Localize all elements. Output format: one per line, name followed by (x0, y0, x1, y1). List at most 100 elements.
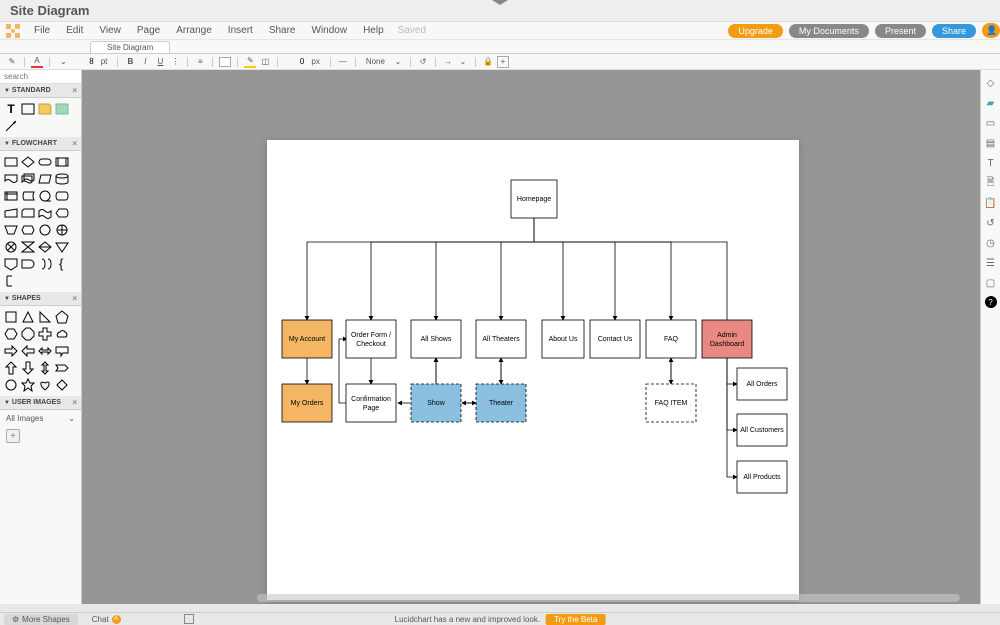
menu-insert[interactable]: Insert (220, 23, 261, 38)
clock-icon[interactable]: ◷ (984, 236, 998, 250)
fc-decision[interactable] (21, 155, 35, 169)
menu-page[interactable]: Page (129, 23, 168, 38)
note-shape[interactable] (38, 102, 52, 116)
page-icon[interactable]: 🗎 (984, 176, 998, 190)
more-shapes-button[interactable]: ⚙ More Shapes (4, 614, 78, 625)
nav-diamond-icon[interactable]: ◇ (984, 76, 998, 90)
swatch-icon[interactable]: ▭ (984, 116, 998, 130)
fc-lbrace[interactable]: { (55, 257, 69, 271)
callout[interactable] (55, 344, 69, 358)
fc-collate[interactable] (21, 240, 35, 254)
bold-button[interactable]: B (124, 56, 136, 68)
close-icon[interactable]: × (72, 294, 77, 303)
menu-help[interactable]: Help (355, 23, 392, 38)
star[interactable] (21, 378, 35, 392)
fc-connector[interactable] (38, 223, 52, 237)
close-icon[interactable]: × (72, 86, 77, 95)
section-user-images[interactable]: ▼ USER IMAGES× (0, 396, 81, 410)
node-show[interactable]: Show (411, 384, 461, 422)
fc-papertape[interactable] (38, 206, 52, 220)
menu-file[interactable]: File (26, 23, 58, 38)
menu-edit[interactable]: Edit (58, 23, 91, 38)
cross[interactable] (38, 327, 52, 341)
pent[interactable] (55, 310, 69, 324)
close-icon[interactable]: × (72, 398, 77, 407)
fc-multidoc[interactable] (21, 172, 35, 186)
fc-stored[interactable] (21, 189, 35, 203)
rect-shape[interactable] (21, 102, 35, 116)
node-homepage[interactable]: Homepage (511, 180, 557, 218)
app-logo-icon[interactable] (5, 23, 21, 39)
node-my-orders[interactable]: My Orders (282, 384, 332, 422)
border-width-input[interactable] (284, 57, 304, 66)
fc-manualop[interactable] (4, 223, 18, 237)
node-theater[interactable]: Theater (476, 384, 526, 422)
fc-directdata[interactable] (55, 189, 69, 203)
cloud[interactable] (55, 327, 69, 341)
fc-rbrace[interactable] (38, 257, 52, 271)
try-beta-button[interactable]: Try the Beta (546, 614, 605, 625)
sq[interactable] (4, 310, 18, 324)
arrow-l[interactable] (21, 344, 35, 358)
fc-seqdata[interactable] (38, 189, 52, 203)
node-about-us[interactable]: About Us (542, 320, 584, 358)
line-end-select[interactable]: None (362, 57, 389, 66)
heart[interactable] (38, 378, 52, 392)
chat-button[interactable]: Chat A (92, 615, 121, 624)
line-route-icon[interactable]: ↺ (417, 56, 429, 68)
fc-document[interactable] (4, 172, 18, 186)
fc-offpage[interactable] (4, 257, 18, 271)
arrow-r[interactable] (4, 344, 18, 358)
lock-icon[interactable]: 🔒 (482, 56, 494, 68)
node-order-form[interactable]: Order Form /Checkout (346, 320, 396, 358)
fc-manualinput[interactable] (4, 206, 18, 220)
diamond2[interactable] (55, 378, 69, 392)
text-shape[interactable]: T (4, 102, 18, 116)
help-icon[interactable]: ? (985, 296, 997, 308)
fc-or[interactable] (55, 223, 69, 237)
arrow-ud[interactable] (38, 361, 52, 375)
node-faq[interactable]: FAQ (646, 320, 696, 358)
banner[interactable] (55, 361, 69, 375)
fc-process[interactable] (4, 155, 18, 169)
server-icon[interactable]: ☰ (984, 256, 998, 270)
section-shapes[interactable]: ▼ SHAPES× (0, 292, 81, 306)
node-all-customers[interactable]: All Customers (737, 414, 787, 446)
history-icon[interactable]: ↺ (984, 216, 998, 230)
oct[interactable] (21, 327, 35, 341)
present-button[interactable]: Present (875, 24, 926, 38)
section-standard[interactable]: ▼ STANDARD× (0, 84, 81, 98)
section-flowchart[interactable]: ▼ FLOWCHART× (0, 137, 81, 151)
page-indicator-icon[interactable] (184, 614, 194, 624)
fc-prep[interactable] (21, 223, 35, 237)
node-my-account[interactable]: My Account (282, 320, 332, 358)
add-icon[interactable]: + (497, 56, 509, 68)
clipboard-icon[interactable]: 📋 (984, 196, 998, 210)
arrow-caret[interactable]: ⌄ (457, 56, 469, 68)
theme-icon[interactable]: ▰ (984, 96, 998, 110)
fc-merge[interactable] (55, 240, 69, 254)
underline-button[interactable]: U (154, 56, 166, 68)
font-size-input[interactable] (74, 57, 94, 66)
close-icon[interactable]: × (72, 139, 77, 148)
line-end-caret[interactable]: ⌄ (392, 56, 404, 68)
arrow-icon[interactable]: → (442, 56, 454, 68)
node-faq-item[interactable]: FAQ ITEM (646, 384, 696, 422)
fc-delay[interactable] (21, 257, 35, 271)
fc-intstorage[interactable] (4, 189, 18, 203)
node-contact-us[interactable]: Contact Us (590, 320, 640, 358)
menu-window[interactable]: Window (304, 23, 356, 38)
line-shape[interactable] (4, 119, 18, 133)
caret-down-icon[interactable] (492, 0, 508, 5)
tab-sitediagram[interactable]: Site Diagram (90, 41, 170, 53)
arrow-bi[interactable] (38, 344, 52, 358)
canvas-area[interactable]: Homepage My Account Order Form /Checkout… (82, 70, 980, 604)
share-button[interactable]: Share (932, 24, 976, 38)
upgrade-button[interactable]: Upgrade (728, 24, 783, 38)
shape-search-input[interactable] (0, 70, 81, 84)
dropdown-caret-icon[interactable]: ⌄ (68, 414, 75, 423)
align-icon[interactable]: ≡ (194, 56, 206, 68)
border-style-icon[interactable]: ◫ (259, 56, 271, 68)
fc-card[interactable] (21, 206, 35, 220)
paint-icon[interactable]: ✎ (6, 56, 18, 68)
